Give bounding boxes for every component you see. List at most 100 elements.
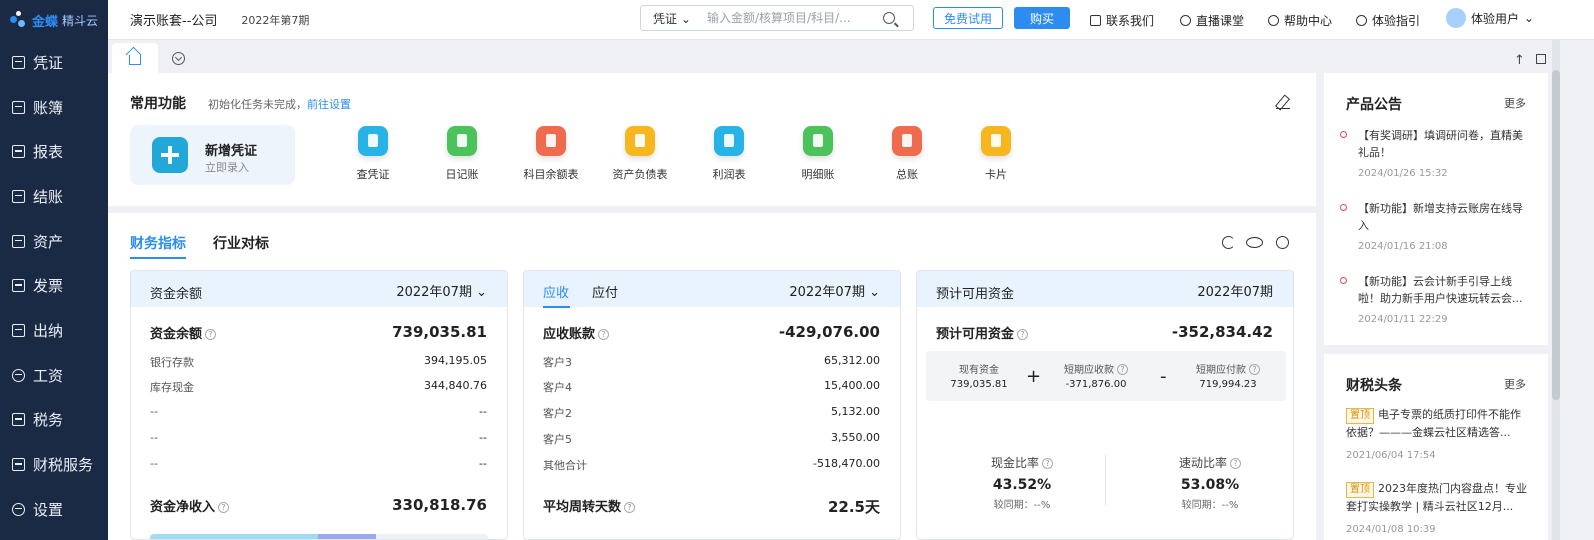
chevron-down-icon: ⌄ <box>476 285 487 300</box>
voucher-icon <box>12 55 25 69</box>
help-icon[interactable]: ? <box>205 329 217 340</box>
edit-icon[interactable] <box>1276 95 1290 109</box>
settings-icon <box>12 502 25 516</box>
sidebar-item-report[interactable]: 报表 <box>0 129 108 174</box>
live-class-link[interactable]: 直播课堂 <box>1180 12 1244 29</box>
tab-industry-benchmark[interactable]: 行业对标 <box>213 233 269 253</box>
help-icon[interactable]: ? <box>624 502 636 513</box>
ledger-icon <box>12 100 25 114</box>
buy-button[interactable]: 购买 <box>1014 7 1070 29</box>
func-label: 卡片 <box>985 168 1007 181</box>
right-column: 产品公告 更多 【有奖调研】填调研问卷，直精美礼品！ 2024/01/26 15:… <box>1324 73 1548 540</box>
tab-strip: ↑ <box>108 40 1594 73</box>
sidebar-item-ledger[interactable]: 账簿 <box>0 85 108 130</box>
account-period: 2022年第7期 <box>241 13 310 27</box>
tax-icon <box>12 413 25 427</box>
sidebar-item-label: 账簿 <box>33 98 64 117</box>
page-scrollbar[interactable] <box>1552 40 1560 540</box>
sidebar-item-invoice[interactable]: 发票 <box>0 263 108 308</box>
more-link[interactable]: 更多 <box>1504 376 1526 392</box>
list-item[interactable]: 置顶 电子专票的纸质打印件不能作依据？———金蝶云社区精选答... 2021/06/… <box>1346 406 1528 464</box>
search-input[interactable] <box>707 11 877 25</box>
list-item[interactable]: 【新功能】云会计新手引导上线啦！助力新手用户快速玩转云会... 2024/01/1… <box>1340 273 1526 325</box>
help-icon[interactable]: ? <box>218 502 230 513</box>
func-label: 资产负债表 <box>612 168 668 181</box>
list-item[interactable]: 【有奖调研】填调研问卷，直精美礼品！ 2024/01/26 15:32 <box>1340 127 1526 179</box>
invoice-icon <box>12 279 25 293</box>
init-hint: 初始化任务未完成，前往设置 <box>208 98 351 111</box>
func-balance-sheet-button[interactable]: 资产负债表 <box>600 126 680 182</box>
account-name[interactable]: 演示账套--公司 <box>130 10 217 29</box>
help-icon[interactable]: ? <box>1230 458 1241 469</box>
list-item[interactable]: 【新功能】新增支持云账房在线导入 2024/01/16 21:08 <box>1340 200 1526 252</box>
tab-receivable[interactable]: 应收 <box>543 282 569 301</box>
cash-balance-card: 资金余额 2022年07期 ⌄ 资金余额? 739,035.81 银行存款 394,… <box>130 270 508 540</box>
help-icon[interactable]: ? <box>1042 458 1053 469</box>
eye-icon[interactable] <box>1246 237 1263 248</box>
more-link[interactable]: 更多 <box>1504 95 1526 111</box>
sidebar-item-salary[interactable]: 工资 <box>0 353 108 398</box>
play-icon <box>1356 15 1367 26</box>
closing-icon <box>12 189 25 203</box>
func-general-ledger-button[interactable]: 总账 <box>867 126 947 182</box>
func-balance-sheet-subject-button[interactable]: 科目余额表 <box>511 126 591 182</box>
func-journal-button[interactable]: 日记账 <box>422 126 502 182</box>
func-income-statement-button[interactable]: 利润表 <box>689 126 769 182</box>
sidebar-item-closing[interactable]: 结账 <box>0 174 108 219</box>
search-icon[interactable] <box>883 12 895 24</box>
sidebar-item-settings[interactable]: 设置 <box>0 487 108 532</box>
search-type-select[interactable]: 凭证 ⌄ <box>641 10 707 27</box>
receivable-total-row: 应收账款? -429,076.00 <box>543 323 880 342</box>
net-income-bar <box>150 534 488 539</box>
plus-icon <box>152 137 188 173</box>
help-icon[interactable]: ? <box>1017 329 1029 340</box>
section-title: 产品公告 <box>1346 97 1402 113</box>
fullscreen-icon[interactable] <box>1536 54 1546 64</box>
sidebar-item-service[interactable]: 财税服务 <box>0 442 108 487</box>
guide-link[interactable]: 体验指引 <box>1356 12 1420 29</box>
sidebar-item-label: 资产 <box>33 232 64 251</box>
sidebar-item-cashier[interactable]: 出纳 <box>0 308 108 353</box>
contact-us-link[interactable]: 联系我们 <box>1090 12 1154 29</box>
func-asset-card-button[interactable]: 卡片 <box>956 126 1036 182</box>
available-funds-card: 预计可用资金 2022年07期 预计可用资金? -352,834.42 现有资金 7… <box>916 270 1294 540</box>
refresh-icon[interactable] <box>1222 236 1235 249</box>
brand-logo[interactable]: 金蝶 精斗云 <box>0 0 108 40</box>
user-menu[interactable]: 体验用户 ⌄ <box>1446 8 1534 28</box>
settings-gear-icon[interactable] <box>1276 236 1289 249</box>
funds-formula: 现有资金 739,035.81 + 短期应收款? -371,876.00 - 短期应… <box>926 351 1286 401</box>
section-title: 常用功能 <box>130 96 186 112</box>
tab-finance-indicators[interactable]: 财务指标 <box>130 233 186 259</box>
help-icon[interactable]: ? <box>598 329 610 340</box>
help-icon[interactable]: ? <box>1117 364 1128 375</box>
table-row: 库存现金 344,840.76 <box>150 379 487 394</box>
list-item[interactable]: 置顶 2023年度热门内容盘点！专业套打实操教学 | 精斗云社区12月... 202… <box>1346 480 1528 538</box>
sidebar-item-voucher[interactable]: 凭证 <box>0 40 108 85</box>
balance-sheet-subject-icon <box>536 126 566 156</box>
report-icon <box>12 145 25 159</box>
table-row: 其他合计 -518,470.00 <box>543 457 880 472</box>
tab-payable[interactable]: 应付 <box>592 282 618 301</box>
sidebar-item-asset[interactable]: 资产 <box>0 219 108 264</box>
help-center-link[interactable]: 帮助中心 <box>1268 12 1332 29</box>
available-total-row: 预计可用资金? -352,834.42 <box>936 323 1273 342</box>
sidebar-item-label: 工资 <box>33 366 64 385</box>
tab-home[interactable] <box>112 43 158 73</box>
main-content: 常用功能 初始化任务未完成，前往设置 新增凭证 立即录入 查凭证 日记账 科目余额表… <box>108 73 1316 540</box>
sidebar-item-label: 凭证 <box>33 53 64 72</box>
arrow-up-icon[interactable]: ↑ <box>1514 53 1525 68</box>
detail-ledger-icon <box>803 126 833 156</box>
period-select[interactable]: 2022年07期 ⌄ <box>789 281 880 300</box>
sidebar-item-tax[interactable]: 税务 <box>0 398 108 443</box>
func-detail-ledger-button[interactable]: 明细账 <box>778 126 858 182</box>
card-title: 资金余额 <box>150 287 203 302</box>
go-settings-link[interactable]: 前往设置 <box>307 98 351 111</box>
tab-dropdown-icon[interactable] <box>172 52 185 65</box>
help-icon[interactable]: ? <box>1249 364 1260 375</box>
free-trial-button[interactable]: 免费试用 <box>933 7 1003 29</box>
period-select[interactable]: 2022年07期 ⌄ <box>396 281 487 300</box>
func-query-voucher-button[interactable]: 查凭证 <box>333 126 413 182</box>
sidebar-item-label: 出纳 <box>33 321 64 340</box>
new-voucher-button[interactable]: 新增凭证 立即录入 <box>130 125 295 185</box>
turnover-row: 平均周转天数? 22.5天 <box>543 498 880 516</box>
